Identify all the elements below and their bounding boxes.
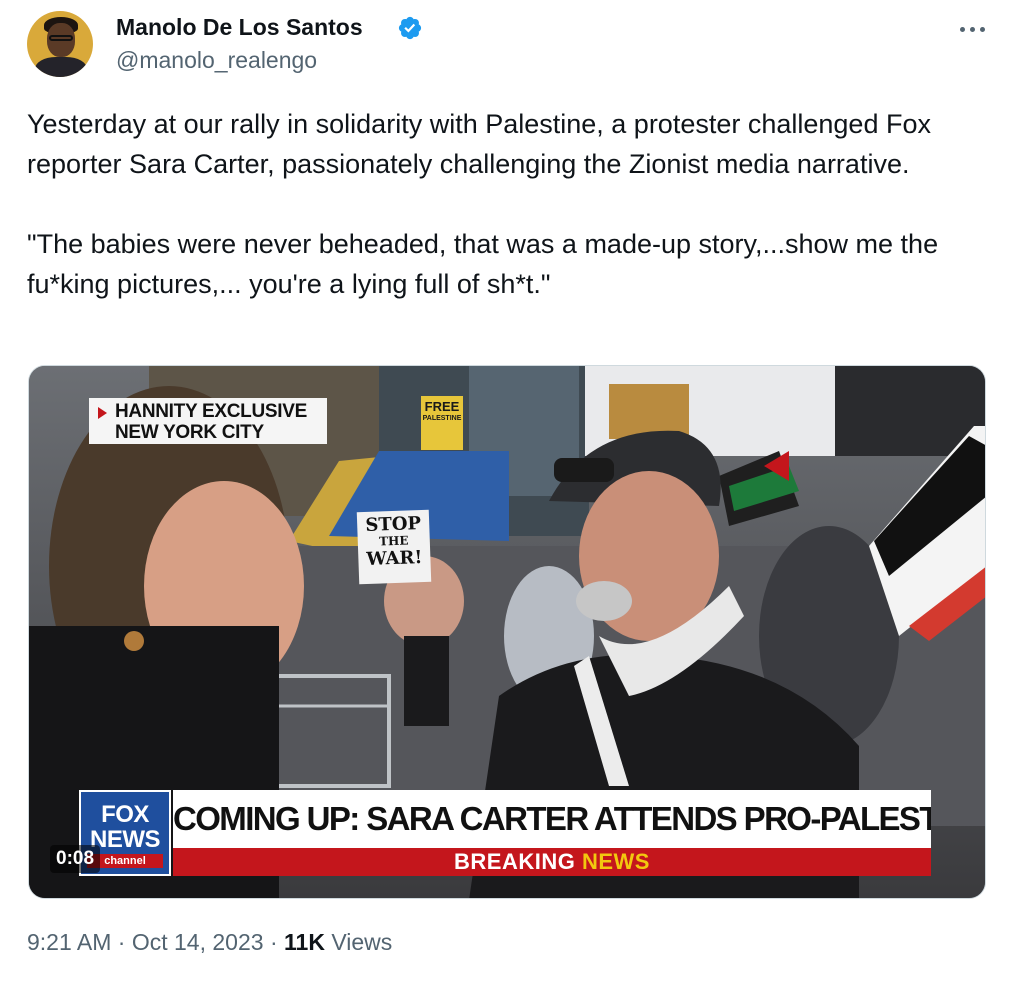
author-avatar[interactable] bbox=[27, 11, 93, 77]
bug-line-2: NEW YORK CITY bbox=[115, 422, 264, 443]
sign-free-line-2: PALESTINE bbox=[422, 415, 462, 422]
sign-stop-line-3: WAR! bbox=[366, 547, 423, 570]
tweet-paragraph-1: Yesterday at our rally in solidarity wit… bbox=[27, 109, 931, 179]
avatar-glasses bbox=[49, 35, 73, 41]
author-name[interactable]: Manolo De Los Santos bbox=[116, 14, 363, 41]
verified-badge-icon bbox=[398, 16, 422, 40]
tweet-paragraph-2: "The babies were never beheaded, that wa… bbox=[27, 229, 939, 299]
tweet-metadata: 9:21 AM · Oct 14, 2023 · 11K Views bbox=[27, 929, 392, 956]
meta-separator: · bbox=[117, 929, 126, 955]
tweet-date[interactable]: Oct 14, 2023 bbox=[132, 929, 264, 955]
breaking-word: BREAKING bbox=[454, 849, 576, 874]
headline-banner: COMING UP: SARA CARTER ATTENDS PRO-PALES… bbox=[173, 790, 931, 848]
program-bug: HANNITY EXCLUSIVE NEW YORK CITY bbox=[89, 398, 327, 444]
views-label: Views bbox=[331, 929, 393, 955]
more-options-icon[interactable] bbox=[958, 22, 988, 36]
sign-stop-line-1: STOP bbox=[365, 513, 422, 536]
avatar-shirt bbox=[35, 57, 87, 77]
sign-free-line-1: FREE bbox=[424, 399, 460, 414]
author-handle[interactable]: @manolo_realengo bbox=[116, 47, 317, 74]
free-palestine-sign: FREE PALESTINE bbox=[421, 396, 463, 450]
breaking-news-strip: BREAKING NEWS bbox=[173, 848, 931, 876]
bug-line-1: HANNITY EXCLUSIVE bbox=[115, 401, 307, 422]
play-triangle-icon bbox=[98, 407, 107, 419]
stop-the-war-sign: STOP THE WAR! bbox=[356, 509, 432, 585]
meta-separator: · bbox=[269, 929, 278, 955]
views-count[interactable]: 11K bbox=[284, 929, 325, 955]
news-word: NEWS bbox=[581, 849, 650, 874]
news-lower-third: FOX NEWS channel COMING UP: SARA CARTER … bbox=[79, 790, 931, 876]
tweet-text: Yesterday at our rally in solidarity wit… bbox=[27, 104, 977, 304]
logo-line-1: FOX bbox=[101, 801, 149, 828]
video-timecode: 0:08 bbox=[50, 845, 101, 873]
tweet-time[interactable]: 9:21 AM bbox=[27, 929, 111, 955]
video-player[interactable]: HANNITY EXCLUSIVE NEW YORK CITY FREE PAL… bbox=[28, 365, 986, 899]
